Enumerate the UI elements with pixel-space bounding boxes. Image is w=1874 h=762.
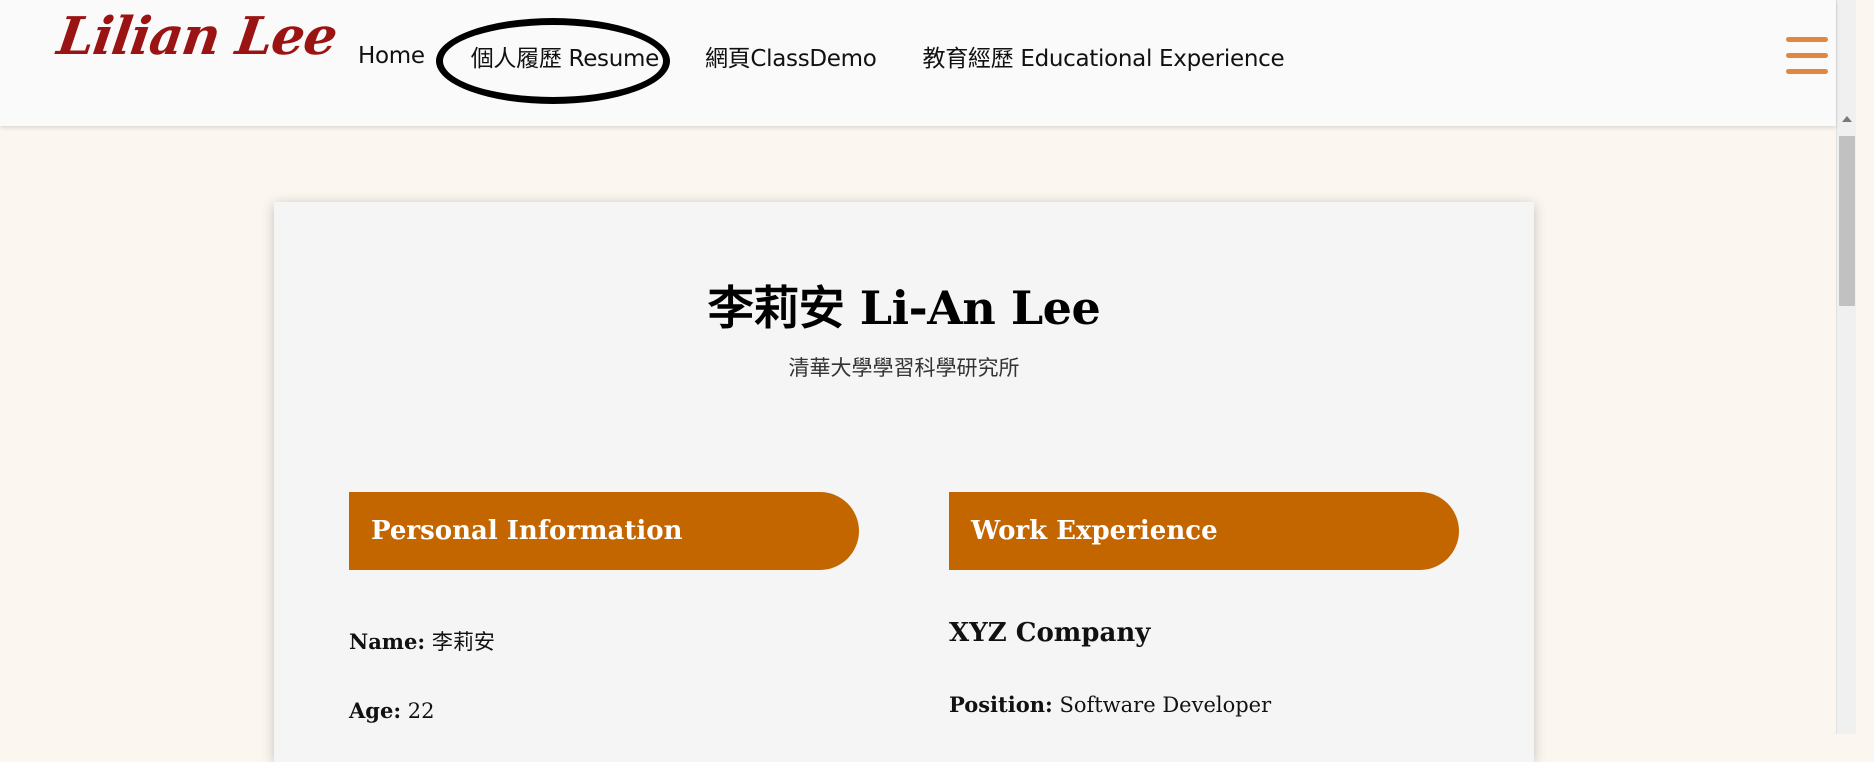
name-field: Name: 李莉安	[349, 626, 495, 656]
site-header: Lilian Lee Home 個人履歷 Resume 網頁ClassDemo …	[0, 0, 1836, 126]
age-value: 22	[407, 699, 435, 723]
age-label: Age:	[349, 698, 402, 723]
position-field: Position: Software Developer	[949, 692, 1271, 717]
site-logo[interactable]: Lilian Lee	[54, 6, 341, 67]
name-label: Name:	[349, 629, 426, 654]
name-value: 李莉安	[431, 630, 495, 654]
resume-card: 李莉安 Li-An Lee 清華大學學習科學研究所 Personal Infor…	[274, 202, 1534, 762]
hamburger-icon[interactable]	[1786, 37, 1828, 75]
position-label: Position:	[949, 692, 1053, 717]
position-value: Software Developer	[1059, 693, 1272, 717]
scroll-up-arrow-icon[interactable]	[1842, 116, 1852, 122]
nav-home[interactable]: Home	[358, 43, 425, 69]
main-nav: Home 個人履歷 Resume 網頁ClassDemo 教育經歷 Educat…	[358, 38, 1330, 74]
scrollbar-thumb[interactable]	[1839, 136, 1855, 306]
personal-information-heading: Personal Information	[349, 492, 859, 570]
vertical-scrollbar[interactable]	[1836, 0, 1856, 734]
company-name: XYZ Company	[949, 618, 1151, 648]
page-subtitle: 清華大學學習科學研究所	[788, 356, 1020, 380]
nav-resume[interactable]: 個人履歷 Resume	[471, 39, 660, 73]
page-title: 李莉安 Li-An Lee	[707, 281, 1101, 335]
age-field: Age: 22	[349, 698, 435, 723]
nav-classdemo[interactable]: 網頁ClassDemo	[705, 39, 877, 73]
nav-educational-experience[interactable]: 教育經歷 Educational Experience	[923, 39, 1285, 73]
work-experience-heading: Work Experience	[949, 492, 1459, 570]
